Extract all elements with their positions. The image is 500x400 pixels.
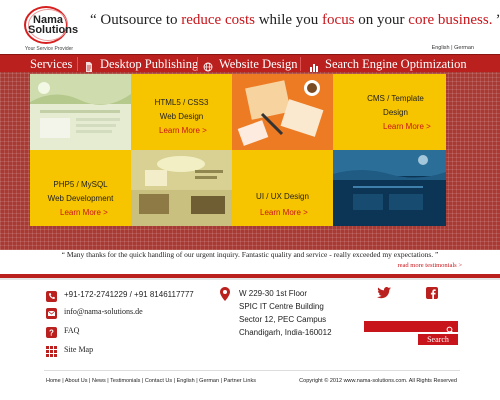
tile-image-workspace[interactable] [232, 74, 333, 150]
facebook-icon[interactable] [426, 286, 438, 299]
footer-link-testimonials[interactable]: Testimonials [110, 378, 140, 384]
slogan-highlight-2: focus [322, 12, 355, 28]
tile-php-learn-more[interactable]: Learn More > [60, 208, 108, 217]
tile-html5-css3[interactable]: HTML5 / CSS3 Web Design Learn More > [131, 74, 232, 150]
footer-link-contact[interactable]: Contact Us [145, 378, 172, 384]
tile-image-nature-site[interactable] [30, 74, 131, 150]
nav-seo-label: Search Engine Optimization [325, 57, 467, 71]
email-icon [46, 306, 57, 319]
logo-tagline: Your Service Provider [24, 46, 74, 52]
footer-divider [44, 370, 460, 371]
page: Nama Solutions Your Service Provider “ O… [0, 0, 500, 400]
workspace-image [232, 74, 333, 150]
address-line-4: Chandigarh, India-160012 [239, 328, 332, 337]
tile-cms-subtitle: Design [383, 108, 408, 117]
tile-image-interior[interactable] [131, 150, 232, 226]
slogan-close-quote: ” [492, 12, 500, 28]
nav-services[interactable]: Services [30, 55, 72, 73]
nature-website-image [30, 74, 131, 150]
search-button[interactable]: Search [418, 334, 458, 345]
contact-phone: +91-172-2741229 / +91 8146117777 [64, 290, 194, 299]
tile-php-subtitle: Web Development [47, 194, 114, 203]
tile-php-mysql[interactable]: PHP5 / MySQL Web Development Learn More … [30, 150, 131, 226]
slogan-highlight-1: reduce costs [181, 12, 255, 28]
search-input[interactable] [364, 321, 458, 332]
tile-image-ocean[interactable] [333, 150, 446, 226]
tile-html5-learn-more[interactable]: Learn More > [159, 126, 207, 135]
tile-html5-subtitle: Web Design [159, 112, 204, 121]
services-grid: HTML5 / CSS3 Web Design Learn More > CMS… [0, 72, 500, 250]
section-divider [0, 274, 500, 280]
main-nav: Services Desktop Publishing Website Desi… [0, 54, 500, 72]
tile-cms-template[interactable]: CMS / Template Design Learn More > [333, 74, 446, 150]
footer-link-home[interactable]: Home [46, 378, 61, 384]
read-more-testimonials-link[interactable]: read more testimonials > [398, 262, 463, 269]
tile-html5-title: HTML5 / CSS3 [154, 98, 209, 107]
search-icon [446, 322, 455, 335]
nav-desktop-publishing-label: Desktop Publishing [100, 57, 199, 71]
footer-links: Home | About Us | News | Testimonials | … [46, 378, 256, 384]
footer-link-partners[interactable]: Partner Links [224, 378, 256, 384]
address-line-2: SPIC IT Centre Building [239, 302, 324, 311]
slogan-highlight-3: core business. [408, 12, 493, 28]
footer-link-german[interactable]: German [199, 378, 219, 384]
tile-uiux-learn-more[interactable]: Learn More > [260, 208, 308, 217]
address-line-1: W 229-30 1st Floor [239, 289, 308, 298]
phone-icon [46, 289, 57, 302]
interior-website-image [131, 150, 232, 226]
bar-chart-icon [309, 59, 319, 72]
twitter-icon[interactable] [377, 286, 391, 299]
slogan-part3: on your [354, 12, 409, 28]
footer-link-news[interactable]: News [92, 378, 106, 384]
copyright: Copyright © 2012 www.nama-solutions.com.… [299, 378, 457, 384]
sitemap-icon [46, 344, 57, 357]
nav-divider [300, 57, 301, 71]
logo-line2: Solutions [28, 24, 79, 36]
faq-link[interactable]: FAQ [64, 326, 79, 335]
nav-services-label: Services [30, 57, 73, 71]
slogan-open-quote: “ [90, 12, 97, 28]
svg-text:?: ? [49, 329, 54, 338]
contact-email-link[interactable]: info@nama-solutions.de [64, 307, 143, 316]
slogan-part1: Outsource to [96, 12, 182, 28]
tile-uiux-title: UI / UX Design [256, 192, 309, 201]
footer-link-about[interactable]: About Us [65, 378, 88, 384]
sitemap-link[interactable]: Site Map [64, 345, 93, 354]
location-pin-icon [220, 287, 230, 301]
nav-desktop-publishing[interactable]: Desktop Publishing [84, 55, 198, 73]
lang-german-link[interactable]: German [454, 45, 474, 51]
logo[interactable]: Nama Solutions Your Service Provider [22, 6, 78, 52]
tile-ui-ux[interactable]: UI / UX Design Learn More > [232, 150, 333, 226]
address-line-3: Sector 12, PEC Campus [239, 315, 327, 324]
nav-website-design-label: Website Design [219, 57, 298, 71]
document-icon [84, 59, 94, 72]
slogan-part2: while you [254, 12, 323, 28]
slogan: “ Outsource to reduce costs while you fo… [90, 12, 500, 29]
footer-link-english[interactable]: English [177, 378, 195, 384]
tile-php-title: PHP5 / MySQL [53, 180, 108, 189]
nav-website-design[interactable]: Website Design [203, 55, 298, 73]
ocean-website-image [333, 150, 446, 226]
lang-english-link[interactable]: English [432, 45, 450, 51]
nav-divider [77, 57, 78, 71]
nav-divider [197, 57, 198, 71]
testimonial-quote: “ Many thanks for the quick handling of … [61, 250, 439, 259]
tile-cms-title: CMS / Template [367, 94, 424, 103]
globe-icon [203, 59, 213, 72]
faq-icon: ? [46, 325, 57, 338]
tile-cms-learn-more[interactable]: Learn More > [383, 122, 431, 131]
nav-seo[interactable]: Search Engine Optimization [309, 55, 467, 73]
language-switch: English | German [432, 45, 474, 51]
